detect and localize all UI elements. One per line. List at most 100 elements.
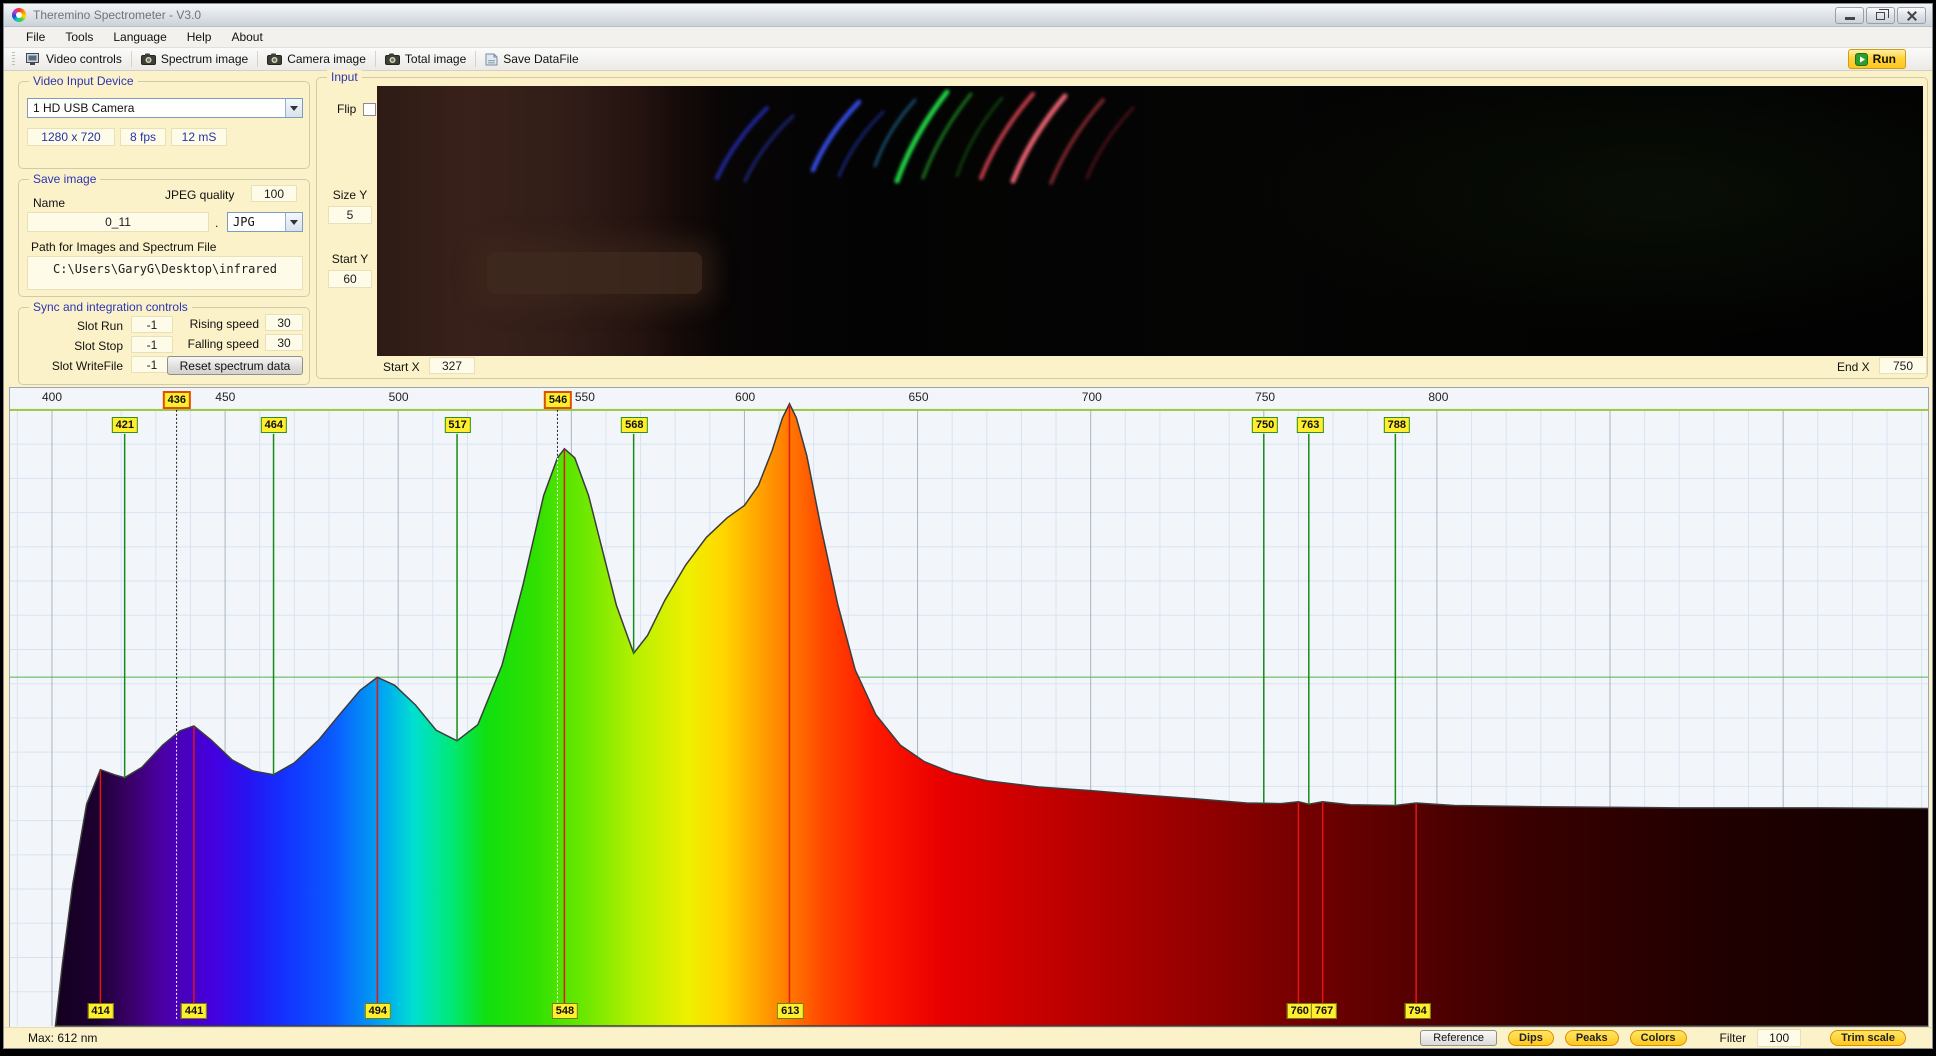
peaks-button[interactable]: Peaks [1565,1030,1619,1046]
status-bar: Max: 612 nm Reference Dips Peaks Colors … [4,1027,1932,1048]
client-area: Video Input Device 1 HD USB Camera 1280 … [4,71,1932,1048]
toolbar-grip [12,52,15,67]
start-y-label: Start Y [325,252,375,266]
toolbar: Video controls Spectrum image Camera ima… [4,48,1932,71]
camera-icon [267,53,282,65]
filter-label: Filter [1720,1031,1747,1045]
camera-icon [385,53,400,65]
menu-language[interactable]: Language [103,28,176,46]
video-controls-icon [26,53,41,65]
minimize-icon [1845,17,1855,20]
slot-stop-field[interactable]: -1 [131,336,173,353]
start-y-field[interactable]: 60 [328,270,372,288]
menu-about[interactable]: About [221,28,272,46]
format-select[interactable]: JPG [227,212,303,232]
size-y-label: Size Y [325,188,375,202]
input-group: Input Flip Size Y 5 Start Y 60 [316,77,1928,379]
end-x-label: End X [1837,360,1870,374]
start-x-field[interactable]: 327 [429,357,475,374]
menu-help[interactable]: Help [177,28,222,46]
exposure-box: 12 mS [171,128,227,146]
toolbar-item-label: Total image [405,52,466,66]
app-window: Theremino Spectrometer - V3.0 File Tools… [3,3,1933,1049]
video-input-group-title: Video Input Device [29,74,138,88]
save-image-group-title: Save image [29,172,100,186]
format-value: JPG [233,215,255,229]
slot-run-field[interactable]: -1 [131,316,173,333]
toolbar-save-datafile[interactable]: Save DataFile [478,51,585,67]
caption-buttons [1835,7,1926,24]
slot-writefile-label: Slot WriteFile [19,359,123,373]
reset-spectrum-button[interactable]: Reset spectrum data [167,356,303,375]
max-peak-readout: Max: 612 nm [28,1031,97,1045]
close-icon [1906,10,1917,21]
toolbar-camera-image[interactable]: Camera image [260,51,373,67]
save-image-group: Save image Name JPEG quality 100 0_11 . … [18,179,310,297]
camera-icon [141,53,156,65]
file-name-field[interactable]: 0_11 [27,212,209,232]
name-label: Name [33,196,65,210]
maximize-button[interactable] [1866,7,1895,24]
filter-field[interactable]: 100 [1757,1029,1801,1047]
menu-tools[interactable]: Tools [55,28,103,46]
close-button[interactable] [1897,7,1926,24]
app-icon [12,8,26,22]
toolbar-item-label: Save DataFile [503,52,578,66]
video-device-value: 1 HD USB Camera [33,101,134,115]
input-group-title: Input [327,70,362,84]
rising-speed-field[interactable]: 30 [265,314,303,331]
run-button[interactable]: Run [1848,49,1906,69]
slot-run-label: Slot Run [19,319,123,333]
toolbar-item-label: Video controls [46,52,122,66]
play-icon [1855,53,1868,66]
flip-label: Flip [337,102,356,116]
end-x-field[interactable]: 750 [1879,357,1927,374]
falling-speed-label: Falling speed [177,337,259,351]
title-bar: Theremino Spectrometer - V3.0 [4,4,1932,27]
toolbar-spectrum-image[interactable]: Spectrum image [134,51,255,67]
spectrum-plot [10,388,1928,1028]
sync-group-title: Sync and integration controls [29,300,192,314]
camera-preview [377,86,1923,356]
resolution-box: 1280 x 720 [27,128,115,146]
toolbar-video-controls[interactable]: Video controls [19,51,129,67]
toolbar-item-label: Camera image [287,52,366,66]
status-controls: Reference Dips Peaks Colors Filter 100 T… [1420,1029,1906,1047]
menu-file[interactable]: File [16,28,55,46]
run-button-label: Run [1873,52,1896,66]
falling-speed-field[interactable]: 30 [265,334,303,351]
path-field[interactable]: C:\Users\GaryG\Desktop\infrared [27,256,303,290]
size-y-field[interactable]: 5 [328,206,372,224]
toolbar-separator [375,51,376,67]
toolbar-separator [257,51,258,67]
chevron-down-icon[interactable] [285,213,302,231]
minimize-button[interactable] [1835,7,1864,24]
spectral-streaks-image [377,86,1923,356]
window-title: Theremino Spectrometer - V3.0 [33,8,201,22]
video-input-group: Video Input Device 1 HD USB Camera 1280 … [18,81,310,169]
slot-stop-label: Slot Stop [19,339,123,353]
jpeg-quality-field[interactable]: 100 [251,185,297,202]
toolbar-separator [475,51,476,67]
chevron-down-icon[interactable] [285,99,302,117]
save-icon [485,53,498,66]
toolbar-separator [131,51,132,67]
spectrum-chart[interactable]: 4004505005506006507007508004365464214645… [9,387,1929,1029]
reference-button[interactable]: Reference [1420,1030,1497,1046]
flip-checkbox[interactable] [363,103,376,116]
name-ext-separator: . [215,216,218,230]
start-x-label: Start X [383,360,420,374]
menu-bar: File Tools Language Help About [4,27,1932,48]
trim-scale-button[interactable]: Trim scale [1830,1030,1906,1046]
restore-icon [1876,12,1885,20]
video-device-select[interactable]: 1 HD USB Camera [27,98,303,118]
sync-group: Sync and integration controls Slot Run -… [18,307,310,385]
colors-button[interactable]: Colors [1630,1030,1687,1046]
rising-speed-label: Rising speed [177,317,259,331]
fps-box: 8 fps [120,128,166,146]
dips-button[interactable]: Dips [1508,1030,1554,1046]
toolbar-item-label: Spectrum image [161,52,248,66]
path-label: Path for Images and Spectrum File [31,240,216,254]
toolbar-total-image[interactable]: Total image [378,51,473,67]
jpeg-quality-label: JPEG quality [165,188,234,202]
